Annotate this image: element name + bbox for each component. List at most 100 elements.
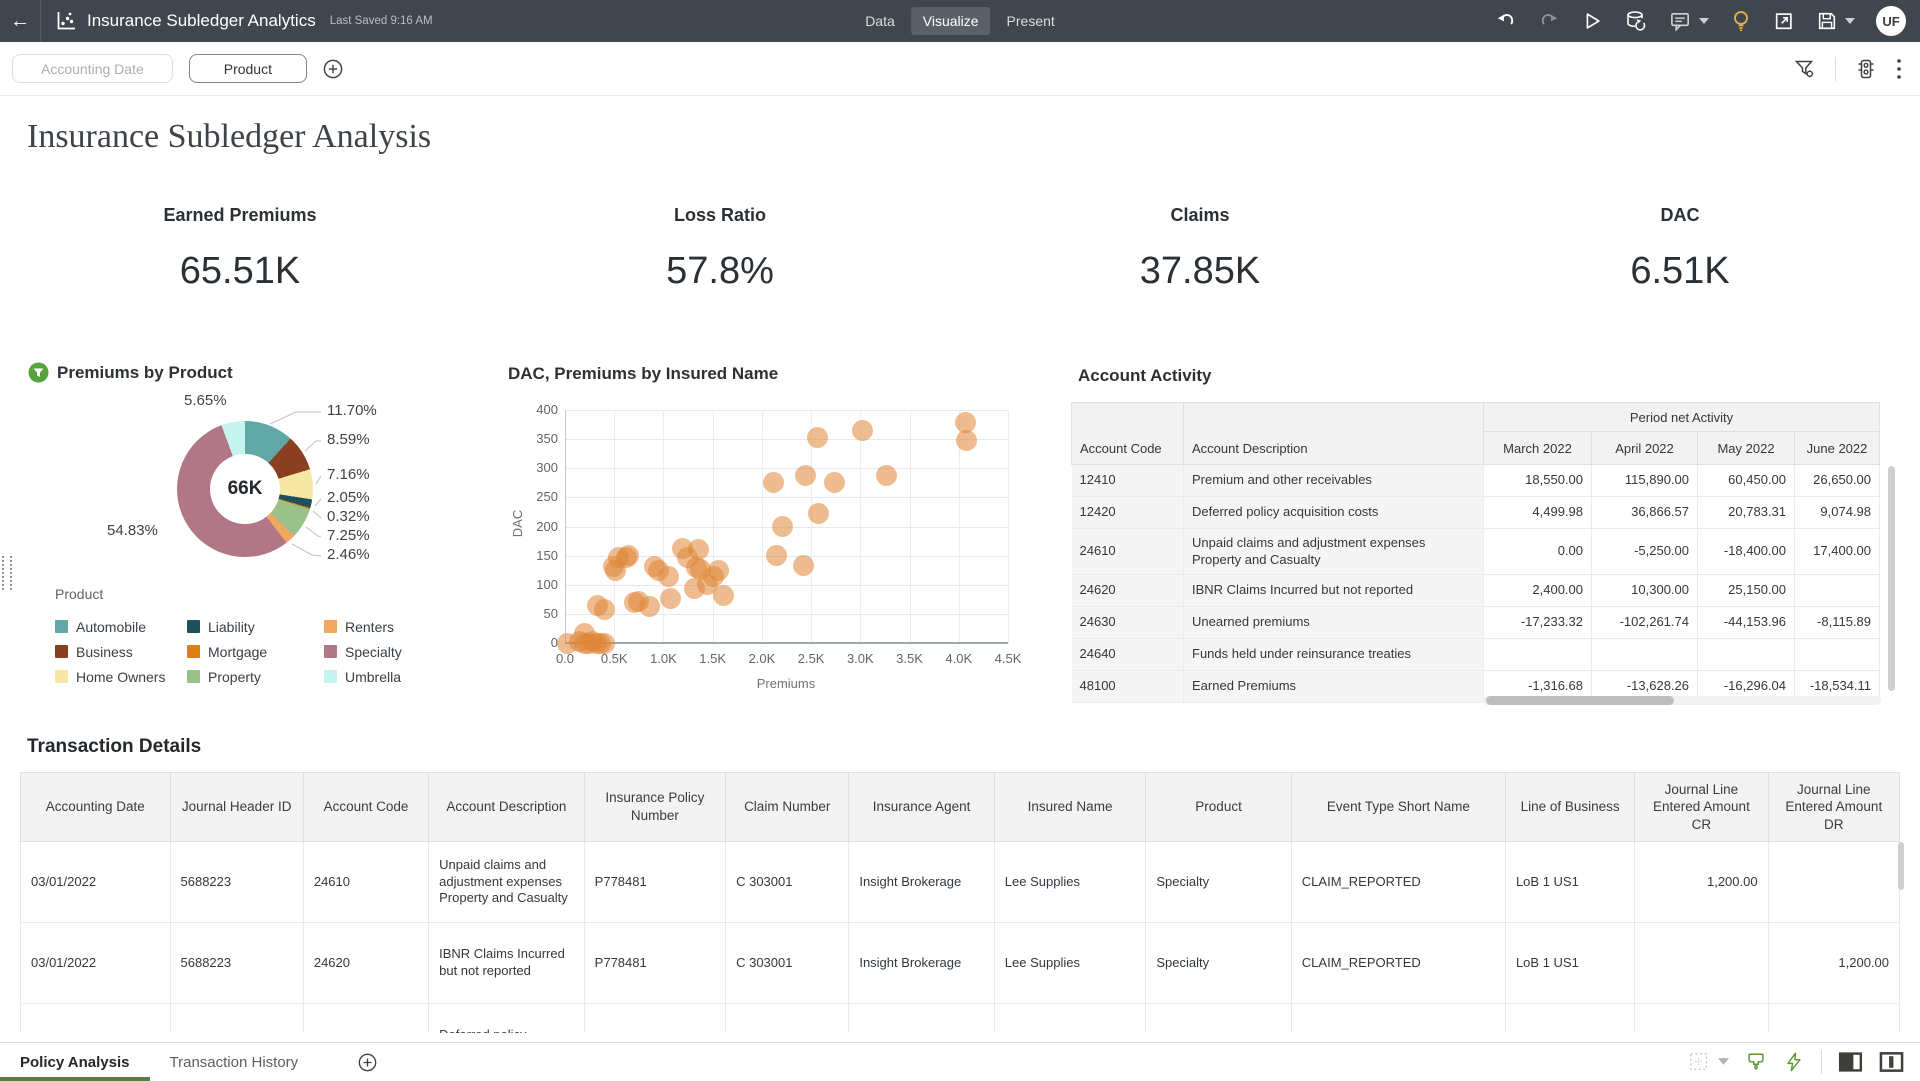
transaction-row[interactable]: 03/01/2022568822324610Unpaid claims and … [21, 842, 1900, 923]
horizontal-scrollbar-thumb[interactable] [1486, 696, 1674, 705]
comment-icon[interactable] [1669, 10, 1692, 33]
col-header-insurance-agent[interactable]: Insurance Agent [849, 773, 994, 842]
add-canvas-plus-circle-icon[interactable] [358, 1043, 377, 1081]
transaction-row[interactable]: 03/01/2022568831112420Deferred policy ac… [21, 1004, 1900, 1034]
play-icon[interactable] [1581, 10, 1603, 32]
scatter-point[interactable] [763, 472, 784, 493]
kpi-earned-premiums[interactable]: Earned Premiums 65.51K [0, 205, 480, 293]
premiums-by-product-chart[interactable]: Premiums by Product 66K 11.70%8.59%7.16%… [24, 358, 454, 710]
account-row[interactable]: 24610Unpaid claims and adjustment expens… [1072, 529, 1880, 575]
scatter-point[interactable] [807, 427, 828, 448]
back-arrow-icon[interactable]: ← [0, 10, 40, 33]
col-header-accounting-date[interactable]: Accounting Date [21, 773, 171, 842]
canvas-tab-transaction-history[interactable]: Transaction History [150, 1043, 319, 1081]
scatter-point[interactable] [795, 465, 816, 486]
filter-chip-product[interactable]: Product [189, 54, 307, 83]
canvas-tab-policy-analysis[interactable]: Policy Analysis [0, 1043, 150, 1081]
vertical-scrollbar[interactable] [1888, 466, 1895, 691]
col-header-insurance-policy-number[interactable]: Insurance Policy Number [584, 773, 725, 842]
open-in-new-icon[interactable] [1773, 10, 1795, 32]
insights-lightbulb-icon[interactable] [1730, 9, 1752, 33]
scatter-point[interactable] [660, 588, 681, 609]
topbar-tab-visualize[interactable]: Visualize [911, 7, 991, 35]
col-header-account-code[interactable]: Account Code [303, 773, 428, 842]
transaction-details-table-panel[interactable]: Accounting DateJournal Header IDAccount … [20, 772, 1906, 1033]
col-header-month[interactable]: June 2022 [1795, 432, 1880, 465]
panel-resize-handle[interactable] [2, 556, 12, 590]
col-header-insured-name[interactable]: Insured Name [994, 773, 1146, 842]
col-header-month[interactable]: March 2022 [1484, 432, 1592, 465]
col-header-line-of-business[interactable]: Line of Business [1505, 773, 1634, 842]
transaction-row[interactable]: 03/01/2022568822324620IBNR Claims Incurr… [21, 923, 1900, 1004]
account-row[interactable]: 12410Premium and other receivables18,550… [1072, 465, 1880, 497]
legend-item-umbrella[interactable]: Umbrella [324, 664, 402, 689]
scatter-point[interactable] [639, 596, 660, 617]
scatter-point[interactable] [793, 555, 814, 576]
account-row[interactable]: 24620IBNR Claims Incurred but not report… [1072, 575, 1880, 607]
legend-item-renters[interactable]: Renters [324, 614, 402, 639]
scatter-point[interactable] [618, 545, 639, 566]
paintbrush-icon[interactable] [1745, 1051, 1767, 1073]
scatter-point[interactable] [713, 585, 734, 606]
legend-item-liability[interactable]: Liability [187, 614, 324, 639]
col-header-account-code[interactable]: Account Code [1072, 403, 1184, 465]
scatter-point[interactable] [824, 472, 845, 493]
scatter-point[interactable] [688, 539, 709, 560]
legend-item-automobile[interactable]: Automobile [55, 614, 187, 639]
caret-down-icon[interactable] [1845, 18, 1855, 25]
col-header-journal-line-entered-amount-cr[interactable]: Journal Line Entered Amount CR [1635, 773, 1768, 842]
scatter-point[interactable] [956, 430, 977, 451]
topbar-tab-data[interactable]: Data [853, 7, 907, 35]
topbar-tab-present[interactable]: Present [995, 7, 1067, 35]
kpi-loss-ratio[interactable]: Loss Ratio 57.8% [480, 205, 960, 293]
account-row[interactable]: 12420Deferred policy acquisition costs4,… [1072, 497, 1880, 529]
scatter-point[interactable] [708, 560, 729, 581]
account-row[interactable]: 24630Unearned premiums-17,233.32-102,261… [1072, 607, 1880, 639]
dac-premiums-scatter-chart[interactable]: DAC, Premiums by Insured Name 0501001502… [500, 358, 1020, 710]
scatter-point[interactable] [766, 545, 787, 566]
filter-settings-icon[interactable] [1793, 57, 1817, 81]
kebab-menu-icon[interactable] [1896, 58, 1902, 80]
legend-item-home-owners[interactable]: Home Owners [55, 664, 187, 689]
kpi-claims[interactable]: Claims 37.85K [960, 205, 1440, 293]
legend-item-business[interactable]: Business [55, 639, 187, 664]
lightning-bolt-icon[interactable] [1783, 1051, 1805, 1073]
scatter-point[interactable] [594, 633, 615, 654]
donut-chart[interactable]: 66K [177, 421, 313, 557]
legend-item-specialty[interactable]: Specialty [324, 639, 402, 664]
caret-down-icon[interactable] [1699, 18, 1709, 25]
user-avatar[interactable]: UF [1876, 6, 1906, 36]
filter-chip-accounting-date[interactable]: Accounting Date [12, 54, 173, 83]
vertical-scrollbar[interactable] [1898, 842, 1904, 890]
scatter-point[interactable] [594, 599, 615, 620]
legend-item-mortgage[interactable]: Mortgage [187, 639, 324, 664]
col-header-event-type-short-name[interactable]: Event Type Short Name [1291, 773, 1505, 842]
data-refresh-icon[interactable] [1624, 9, 1648, 33]
account-row[interactable]: 24640Funds held under reinsurance treati… [1072, 639, 1880, 671]
col-header-month[interactable]: May 2022 [1698, 432, 1795, 465]
col-header-product[interactable]: Product [1146, 773, 1291, 842]
scatter-point[interactable] [772, 516, 793, 537]
add-filter-plus-circle-icon[interactable] [323, 59, 343, 79]
layout-left-panel-icon[interactable] [1838, 1051, 1863, 1073]
scatter-point[interactable] [876, 465, 897, 486]
caret-down-icon[interactable] [1718, 1058, 1729, 1066]
redo-icon[interactable] [1538, 10, 1560, 32]
scatter-point[interactable] [658, 566, 679, 587]
col-header-journal-line-entered-amount-dr[interactable]: Journal Line Entered Amount DR [1768, 773, 1899, 842]
col-header-account-description[interactable]: Account Description [1184, 403, 1484, 465]
gridline [860, 410, 861, 643]
x-axis-line [565, 642, 1008, 644]
visualization-settings-icon[interactable] [1854, 57, 1878, 81]
scatter-point[interactable] [808, 503, 829, 524]
layout-split-panel-icon[interactable] [1879, 1051, 1904, 1073]
undo-icon[interactable] [1495, 10, 1517, 32]
kpi-dac[interactable]: DAC 6.51K [1440, 205, 1920, 293]
save-icon[interactable] [1816, 10, 1838, 32]
legend-item-property[interactable]: Property [187, 664, 324, 689]
col-header-claim-number[interactable]: Claim Number [726, 773, 849, 842]
account-activity-table-panel[interactable]: Account Activity Account CodeAccount Des… [1071, 358, 1897, 712]
col-header-journal-header-id[interactable]: Journal Header ID [170, 773, 303, 842]
col-header-month[interactable]: April 2022 [1592, 432, 1698, 465]
col-header-account-description[interactable]: Account Description [429, 773, 585, 842]
